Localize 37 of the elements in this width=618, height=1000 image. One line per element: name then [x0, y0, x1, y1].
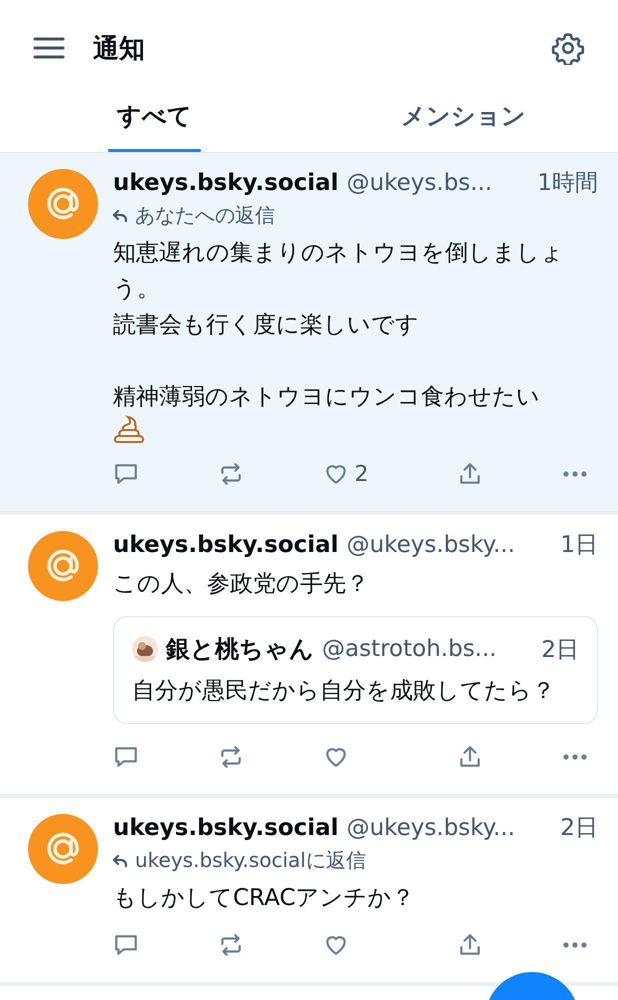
user-handle: @ukeys.bsky...	[346, 532, 516, 558]
post-text: 読書会も行く度に楽しいです	[113, 311, 420, 340]
tab[interactable]: メンション	[309, 82, 618, 152]
display-name[interactable]: ukeys.bsky.social	[113, 815, 339, 841]
more-icon[interactable]	[562, 941, 588, 949]
reply-label[interactable]: あなたへの返信	[135, 202, 275, 229]
post-text: 精神薄弱のネトウヨにウンコ食わせたい	[113, 383, 541, 412]
settings-icon[interactable]	[551, 31, 585, 65]
user-handle: @astrotoh.bs...	[322, 636, 497, 662]
quoted-text: 自分が愚民だから自分を成敗してたら？	[132, 677, 556, 706]
reply-arrow-icon	[113, 210, 127, 222]
quoted-post[interactable]: 銀と桃ちゃん @astrotoh.bs... 2日 自分が愚民だから自分を成敗してたら？	[113, 616, 598, 724]
tab[interactable]: すべて	[0, 82, 309, 152]
post-time: 1時間	[537, 169, 598, 198]
reply-arrow-icon	[113, 854, 127, 866]
post-time: 2日	[560, 814, 598, 843]
post-text: この人、参政党の手先？	[113, 570, 370, 599]
notification-item[interactable]: ukeys.bsky.social @ukeys.bsky... 1日 この人、参政党の手先？ 銀と桃ちゃん @astrotoh.bs... 2日 自分が愚民だから自分を成敗してたら？	[0, 515, 618, 798]
page-title: 通知	[93, 32, 146, 66]
at-sign-avatar-icon[interactable]	[28, 814, 98, 884]
like-count: 2	[354, 462, 368, 486]
post-text: もしかしてCRACアンチか？	[113, 884, 416, 913]
at-sign-avatar-icon[interactable]	[28, 169, 98, 239]
display-name[interactable]: 銀と桃ちゃん	[166, 633, 314, 665]
more-icon[interactable]	[562, 470, 588, 478]
user-handle: @ukeys.bsky...	[346, 815, 516, 841]
at-sign-avatar-icon[interactable]	[28, 531, 98, 601]
display-name[interactable]: ukeys.bsky.social	[113, 532, 339, 558]
reply-label[interactable]: ukeys.bsky.socialに返信	[135, 847, 366, 874]
more-icon[interactable]	[562, 753, 588, 761]
post-time: 2日	[541, 636, 579, 664]
post-time: 1日	[560, 531, 598, 560]
menu-icon[interactable]	[33, 36, 65, 60]
notification-item[interactable]: ukeys.bsky.social @ukeys.bs... 1時間 あなたへの返信 知恵遅れの集まりのネトウヨを倒しましょう。 読書会も行く度に楽しいです 精神薄弱のネトウヨにウンコ食わせたい 2	[0, 153, 618, 515]
post-text: 知恵遅れの集まりのネトウヨを倒しましょう。	[113, 239, 565, 304]
display-name[interactable]: ukeys.bsky.social	[113, 170, 339, 196]
user-handle: @ukeys.bs...	[346, 170, 492, 196]
